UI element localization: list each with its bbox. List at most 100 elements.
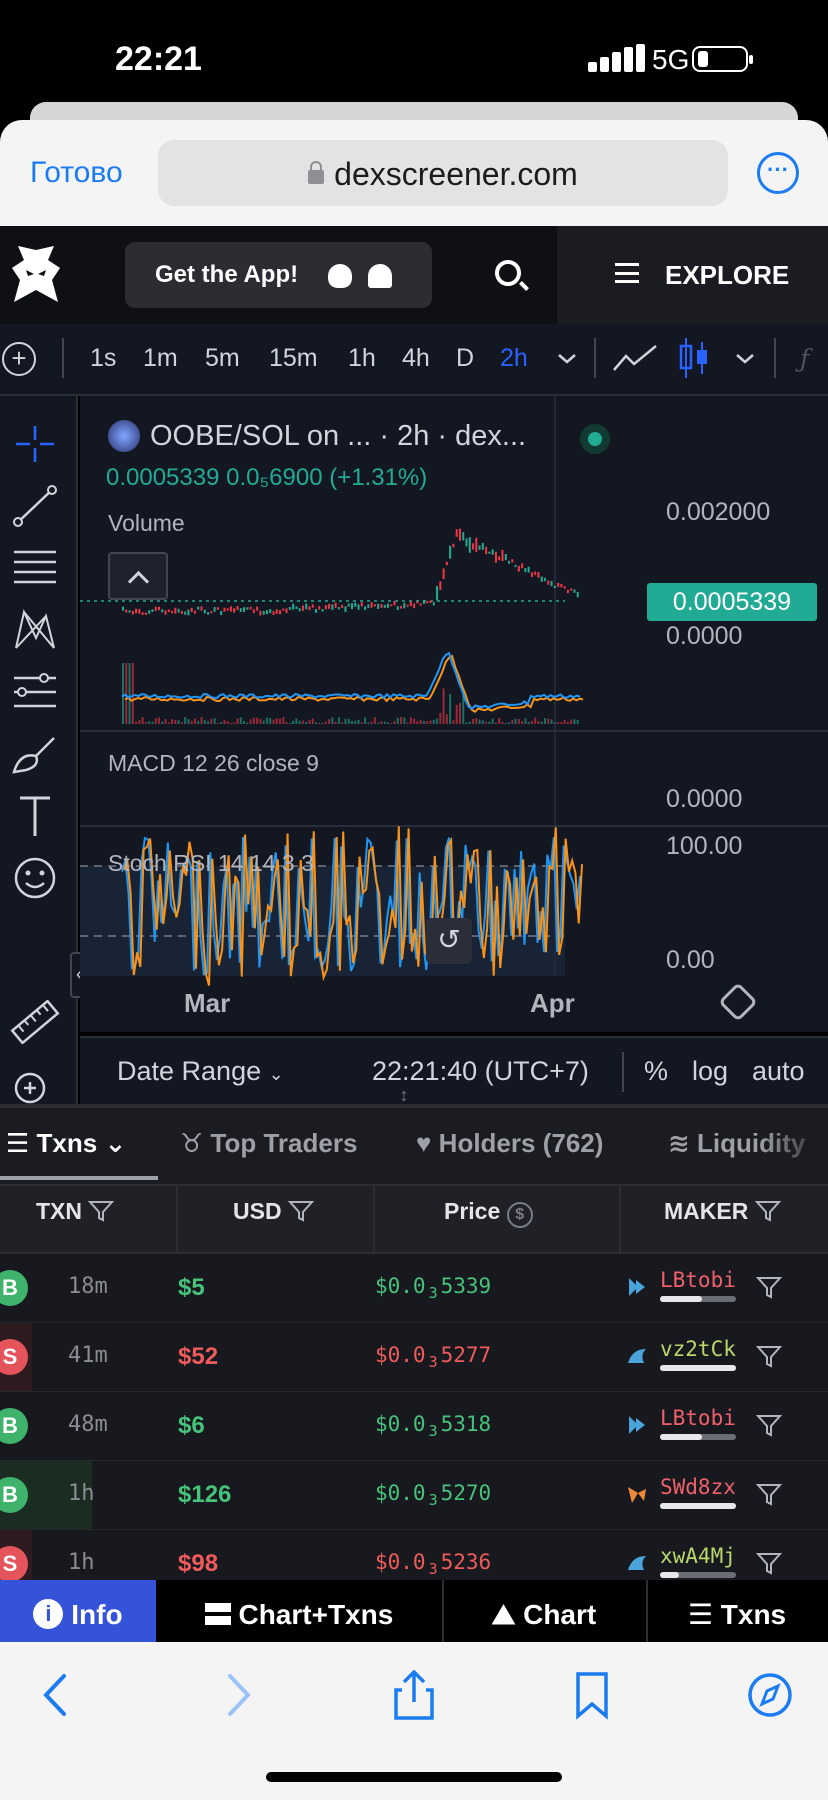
volume-bar: [475, 718, 478, 724]
volume-bar: [229, 722, 232, 724]
filter-icon[interactable]: [756, 1414, 782, 1438]
currency-toggle-icon[interactable]: $: [506, 1202, 533, 1228]
timeframe-4h[interactable]: 4h: [402, 344, 430, 373]
price-prefix: $0.0: [375, 1343, 426, 1367]
search-icon[interactable]: [495, 260, 521, 286]
nav-info-button[interactable]: i Info: [0, 1580, 156, 1642]
percent-toggle[interactable]: %: [644, 1056, 668, 1087]
price-candle: [550, 580, 553, 587]
pattern-icon[interactable]: [10, 608, 60, 652]
share-icon[interactable]: [384, 1670, 444, 1720]
add-symbol-icon[interactable]: +: [2, 342, 36, 376]
nav-divider: [646, 1580, 648, 1642]
fib-retracement-icon[interactable]: [10, 546, 60, 590]
log-toggle[interactable]: log: [692, 1056, 728, 1087]
table-row[interactable]: S 41m $52 $0.0 3 5277 vz2tCk: [0, 1323, 828, 1392]
text-tool-icon[interactable]: [10, 794, 60, 838]
auto-toggle[interactable]: auto: [752, 1056, 805, 1087]
resize-handle-icon[interactable]: ↕: [396, 1086, 412, 1104]
nav-chart-txns-button[interactable]: Chart+Txns: [156, 1580, 442, 1642]
table-row[interactable]: B 18m $5 $0.0 3 5339 LBtobi: [0, 1254, 828, 1323]
emoji-icon[interactable]: [10, 856, 60, 900]
volume-bar: [501, 721, 504, 724]
price-candle: [462, 532, 465, 541]
apple-icon: [328, 264, 352, 288]
volume-bar: [226, 721, 229, 724]
timeframe-d[interactable]: D: [456, 344, 474, 373]
timeframe-2h[interactable]: 2h: [500, 344, 528, 373]
maker-address[interactable]: vz2tCk: [660, 1337, 736, 1361]
filter-icon[interactable]: [756, 1345, 782, 1369]
tab-txns[interactable]: ☰ Txns ⌄: [6, 1128, 126, 1159]
maker-address[interactable]: xwA4Mj: [660, 1544, 736, 1568]
timeframe-1m[interactable]: 1m: [143, 344, 178, 373]
volume-bar: [272, 719, 275, 724]
volume-bar: [252, 717, 255, 724]
brush-icon[interactable]: [10, 732, 60, 776]
collapse-legend-button[interactable]: [108, 552, 168, 600]
chevron-down-icon[interactable]: [556, 352, 578, 366]
chevron-down-icon[interactable]: [734, 352, 756, 366]
address-bar[interactable]: dexscreener.com: [158, 140, 728, 206]
table-row[interactable]: B 48m $6 $0.0 3 5318 LBtobi: [0, 1392, 828, 1461]
nav-chart-button[interactable]: ⛰ Chart: [442, 1580, 646, 1642]
reset-chart-icon[interactable]: ↺: [426, 918, 472, 964]
price-candle: [301, 605, 304, 611]
volume-bar: [305, 722, 308, 724]
header-maker[interactable]: MAKER: [664, 1198, 781, 1225]
date-range-button[interactable]: Date Range ⌄: [117, 1056, 284, 1087]
price-candle: [553, 585, 556, 589]
price-candle: [422, 599, 425, 604]
price-candle: [514, 564, 517, 568]
price-zero-count: 3: [428, 1491, 438, 1510]
ruler-icon[interactable]: [10, 1000, 60, 1044]
price-candle: [367, 604, 370, 609]
get-app-button[interactable]: Get the App!: [125, 242, 432, 308]
candles-icon[interactable]: [678, 336, 710, 380]
compass-icon[interactable]: [740, 1670, 800, 1720]
bookmarks-icon[interactable]: [562, 1670, 622, 1720]
header-divider: [373, 1186, 375, 1252]
forward-icon[interactable]: [206, 1670, 266, 1720]
dexscreener-logo-icon[interactable]: [10, 246, 62, 304]
timeframe-15m[interactable]: 15m: [269, 344, 318, 373]
nav-txns-button[interactable]: ☰ Txns: [646, 1580, 828, 1642]
header-price[interactable]: Price $: [444, 1198, 533, 1228]
volume-bar: [485, 721, 488, 724]
table-row[interactable]: B 1h $126 $0.0 3 5270 SWd8zx: [0, 1461, 828, 1530]
price-zero-count: 3: [428, 1422, 438, 1441]
price-digits: 5277: [440, 1343, 492, 1367]
maker-address[interactable]: LBtobi: [660, 1268, 736, 1292]
explore-button[interactable]: EXPLORE: [557, 226, 828, 324]
price-candle: [305, 603, 308, 610]
maker-address[interactable]: SWd8zx: [660, 1475, 736, 1499]
volume-bar: [262, 720, 265, 724]
maker-address[interactable]: LBtobi: [660, 1406, 736, 1430]
back-icon[interactable]: [28, 1670, 88, 1720]
filter-icon[interactable]: [756, 1483, 782, 1507]
filter-icon[interactable]: [756, 1552, 782, 1576]
trend-line-icon[interactable]: [10, 484, 60, 528]
timeframe-1s[interactable]: 1s: [90, 344, 116, 373]
timeframe-1h[interactable]: 1h: [348, 344, 376, 373]
header-maker-label: MAKER: [664, 1198, 749, 1224]
header-usd[interactable]: USD: [233, 1198, 315, 1225]
filter-icon[interactable]: [756, 1276, 782, 1300]
crosshair-icon[interactable]: [10, 422, 60, 466]
more-options-icon[interactable]: ···: [757, 152, 799, 194]
price-candle: [432, 602, 435, 606]
volume-bar: [364, 717, 367, 724]
indicators-icon[interactable]: ƒ: [800, 344, 809, 373]
forecast-icon[interactable]: [10, 670, 60, 714]
chart-title[interactable]: OOBE/SOL on ... · 2h · dex...: [108, 420, 526, 453]
volume-bar: [416, 721, 419, 724]
date-range-label: Date Range: [117, 1056, 262, 1086]
line-chart-icon[interactable]: [612, 342, 658, 374]
signal-icon: [588, 44, 645, 72]
header-txn[interactable]: TXN: [36, 1198, 115, 1225]
timeframe-5m[interactable]: 5m: [205, 344, 240, 373]
tab-top-traders[interactable]: ♉ Top Traders: [180, 1128, 357, 1159]
tab-holders[interactable]: ♥ Holders (762): [416, 1128, 603, 1159]
txn-age: 1h: [68, 1481, 95, 1506]
done-button[interactable]: Готово: [30, 156, 123, 190]
